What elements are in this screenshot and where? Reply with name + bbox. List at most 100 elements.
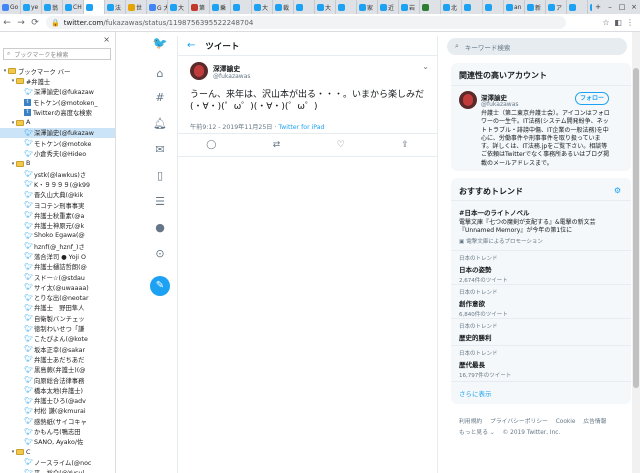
reload-icon[interactable]: ⟳ xyxy=(28,18,42,28)
bookmark-item[interactable]: 🐦︎ 深澤諭史(@fukazaw xyxy=(0,127,115,139)
avatar[interactable] xyxy=(190,62,208,80)
list-icon[interactable]: ☰ xyxy=(144,195,176,208)
browser-tab[interactable] xyxy=(294,0,315,14)
star-icon[interactable]: ☆ xyxy=(600,18,612,27)
browser-tab[interactable]: Go xyxy=(0,0,21,14)
browser-tab[interactable]: 北 xyxy=(441,0,462,14)
footer-more-link[interactable]: もっと見る ⌄ xyxy=(459,430,495,436)
bookmark-item[interactable]: 🐦︎ ystk(@lawkus)さ xyxy=(0,169,115,179)
author-handle[interactable]: @fukazawas xyxy=(213,73,251,80)
trend-item[interactable]: 日本のトレンド 創作意欲 6,840件のツイート xyxy=(459,288,623,318)
browser-tab[interactable]: 大 xyxy=(252,0,273,14)
bookmark-item[interactable]: 🐦︎ 弁護士秋重素(@a xyxy=(0,210,115,220)
bookmark-item[interactable]: 🐦︎ 弁護士ひろ(@adv xyxy=(0,396,115,406)
address-bar[interactable]: 🔒 twitter.com/fukazawas/status/119875639… xyxy=(46,16,566,29)
minimize-icon[interactable]: – xyxy=(604,0,616,14)
twitter-search-input[interactable]: ⌕ キーワード検索 xyxy=(447,38,627,55)
bookmark-item[interactable]: 🐦︎ SANO, Ayako/佐 xyxy=(0,437,115,447)
bookmark-item[interactable]: 🐦︎ K・９９９９(@k99 xyxy=(0,179,115,189)
trend-item[interactable]: 日本のトレンド 日本の姿勢 2,674件のツイート xyxy=(459,254,623,284)
bookmark-item[interactable]: 🐦︎ Shoko Egawa(@ xyxy=(0,231,115,241)
browser-tab[interactable]: CH xyxy=(63,0,84,14)
bookmark-item[interactable]: 🐦︎ 徳制わいせつ「謙 xyxy=(0,323,115,334)
author-name[interactable]: 深澤諭史 xyxy=(213,63,240,73)
browser-tab[interactable] xyxy=(483,0,504,14)
browser-tab[interactable]: 岩 xyxy=(399,0,420,14)
browser-tab[interactable] xyxy=(231,0,252,14)
tweet-time[interactable]: 午前9:12 - 2019年11月25日 xyxy=(190,124,273,131)
extension-icon[interactable]: ◧ xyxy=(612,18,624,27)
trend-item[interactable]: 日本のトレンド 歴史的勝利 xyxy=(459,322,623,342)
bookmark-item[interactable]: 🐦︎ 落合洋司 ● Yoji O xyxy=(0,251,115,261)
bookmark-item[interactable]: 🐦︎ 坂本正幸(@sakar xyxy=(0,344,115,354)
bookmark-item[interactable]: 🐦︎ とりな出(@neotar xyxy=(0,293,115,303)
forward-icon[interactable]: → xyxy=(14,18,28,28)
bookmark-item[interactable]: 🐦︎ 深澤諭史(@fukazaw xyxy=(0,87,115,97)
browser-tab[interactable] xyxy=(336,0,357,14)
close-sidebar-icon[interactable]: × xyxy=(103,35,110,44)
retweet-icon[interactable]: ⇄ xyxy=(273,140,281,150)
browser-tab[interactable]: ア xyxy=(546,0,567,14)
like-icon[interactable]: ♡ xyxy=(337,140,345,150)
bookmark-item[interactable]: 🐦︎ hznf(@_hznf_)さ xyxy=(0,241,115,251)
bookmark-item[interactable]: 🐦︎ ヨコテン刑事事実 xyxy=(0,200,115,210)
bookmark-item[interactable]: 🐦︎ 弁護士神原元(@k xyxy=(0,220,115,231)
bookmark-item[interactable]: t モトケン(@motoken_ xyxy=(0,97,115,107)
back-icon[interactable]: ← xyxy=(0,18,14,28)
bookmark-item[interactable]: 🐦︎ ノースライム(@noc xyxy=(0,457,115,467)
browser-tab[interactable]: 家 xyxy=(357,0,378,14)
browser-tab[interactable]: 裁 xyxy=(273,0,294,14)
browser-tab[interactable]: ye xyxy=(21,0,42,14)
browser-tab[interactable] xyxy=(420,0,441,14)
bookmark-folder[interactable]: ▾ C xyxy=(0,447,115,457)
bookmark-item[interactable]: 🐦︎ 弁護士 野田隼人 xyxy=(0,303,115,313)
browser-tab[interactable]: 第 xyxy=(189,0,210,14)
more-icon[interactable]: ⊙ xyxy=(144,247,176,260)
bookmark-item[interactable]: 🐦︎ サイ太(@uwaaaa) xyxy=(0,282,115,292)
new-tab-icon[interactable]: + xyxy=(592,0,604,14)
profile-menu-icon[interactable]: ⋮ xyxy=(624,18,636,27)
bookmark-item[interactable]: 🐦︎ 晋久山大典(@kik xyxy=(0,190,115,200)
bookmark-item[interactable]: 🐦︎ 弁護士あだちあだ xyxy=(0,354,115,364)
browser-tab[interactable]: 新 xyxy=(525,0,546,14)
tweet-client-link[interactable]: Twitter for iPad xyxy=(278,124,324,131)
show-more-link[interactable]: さらに表示 xyxy=(459,388,492,398)
bookmark-item[interactable]: 🐦︎ こたぴよん(@kote xyxy=(0,334,115,344)
browser-tab[interactable]: 世 xyxy=(126,0,147,14)
avatar[interactable] xyxy=(459,91,477,109)
footer-link[interactable]: 広告情報 xyxy=(583,419,606,425)
browser-tab[interactable] xyxy=(567,0,588,14)
reply-icon[interactable]: ◯ xyxy=(206,140,216,150)
browser-tab[interactable]: G 大 xyxy=(147,0,168,14)
bookmark-item[interactable]: 🐦︎ 感熱紙(サイコキャ xyxy=(0,416,115,426)
maximize-icon[interactable]: □ xyxy=(616,0,628,14)
bookmark-item[interactable]: 🐦︎平 裕介(@Yusul xyxy=(0,468,115,473)
follow-button[interactable]: フォロー xyxy=(575,92,609,105)
bookmark-item[interactable]: 🐦︎ かもん弓(鴨志田 xyxy=(0,426,115,437)
profile-icon[interactable]: ● xyxy=(144,221,176,234)
bookmark-item[interactable]: 🐦︎ 黒島蕨(弁護士)(@ xyxy=(0,365,115,375)
bookmark-item[interactable]: 🐦︎ モトケン(@motoke xyxy=(0,138,115,148)
bookmark-item[interactable]: 🐦︎ 弁護士樋詰哲朗(@ xyxy=(0,262,115,272)
mail-icon[interactable]: ✉ xyxy=(144,143,176,156)
close-window-icon[interactable]: × xyxy=(628,0,640,14)
bookmark-item[interactable]: 🐦︎ 村松 謙(@kmurai xyxy=(0,406,115,416)
page-scrollbar[interactable] xyxy=(632,32,640,473)
bookmark-item[interactable]: 🐦︎ 向原総合法律事務 xyxy=(0,375,115,385)
browser-tab[interactable] xyxy=(84,0,105,14)
bookmark-folder[interactable]: ▾ B xyxy=(0,159,115,169)
bookmark-folder[interactable]: ▾ A xyxy=(0,117,115,127)
bell-icon[interactable]: 🔔︎ xyxy=(144,117,176,130)
footer-link[interactable]: Cookie xyxy=(556,419,576,425)
bookmark-item[interactable]: 🐦︎ 小倉秀夫(@Hideo xyxy=(0,148,115,159)
browser-tab[interactable]: 翁 xyxy=(42,0,63,14)
home-icon[interactable]: ⌂ xyxy=(144,67,176,80)
footer-link[interactable]: 利用規約 xyxy=(459,419,482,425)
twitter-logo-icon[interactable]: 🐦 xyxy=(144,36,176,50)
bookmark-folder[interactable]: ▾ ブックマーク バー xyxy=(0,66,115,76)
browser-tab[interactable]: an xyxy=(504,0,525,14)
gear-icon[interactable]: ⚙ xyxy=(614,186,621,195)
trend-item[interactable]: 日本のトレンド 歴代最長 16,797件のツイート xyxy=(459,349,623,379)
footer-link[interactable]: プライバシーポリシー xyxy=(490,419,548,425)
related-handle[interactable]: @fukazawas xyxy=(481,101,519,108)
